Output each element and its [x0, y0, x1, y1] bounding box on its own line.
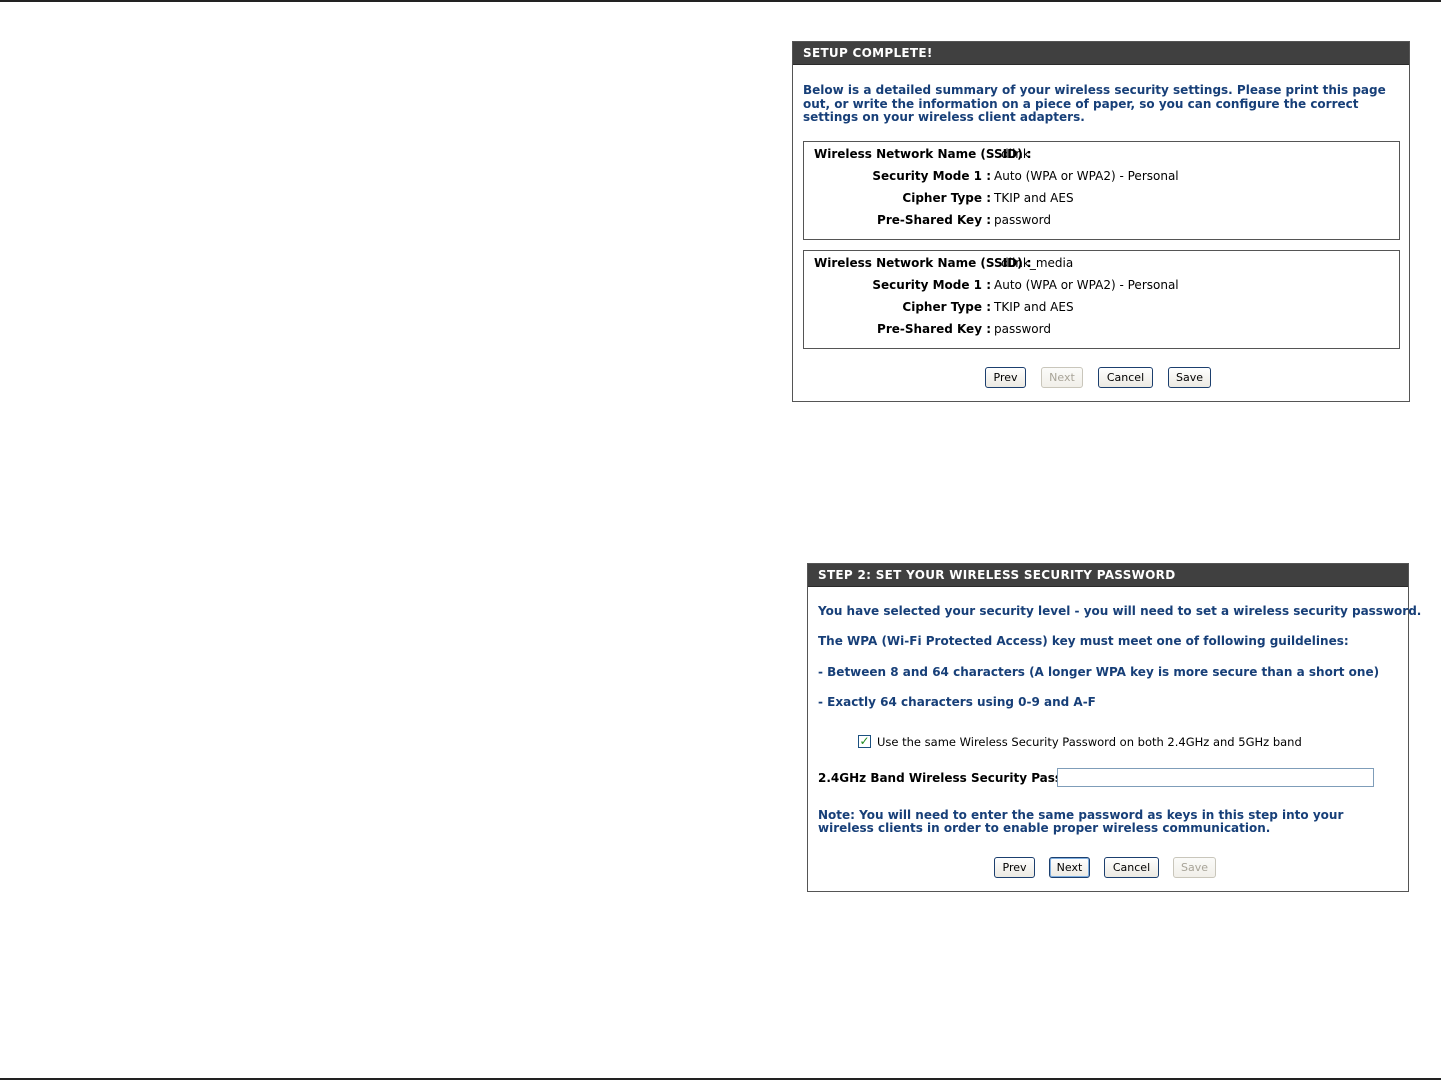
next-button[interactable]: Next — [1049, 857, 1090, 878]
security-mode-value: Auto (WPA or WPA2) - Personal — [994, 278, 1179, 292]
setup-complete-title: SETUP COMPLETE! — [793, 42, 1409, 65]
checkmark-icon: ✓ — [859, 734, 870, 748]
same-password-label: Use the same Wireless Security Password … — [877, 735, 1302, 749]
psk-value: password — [994, 213, 1051, 227]
prev-button[interactable]: Prev — [985, 367, 1026, 388]
next-button[interactable]: Next — [1041, 367, 1083, 388]
security-mode-value: Auto (WPA or WPA2) - Personal — [994, 169, 1179, 183]
same-password-option[interactable]: ✓ Use the same Wireless Security Password… — [858, 734, 1302, 749]
psk-row: Pre-Shared Key : password — [804, 321, 1401, 337]
same-password-checkbox[interactable]: ✓ — [858, 734, 871, 748]
security-mode-label: Security Mode 1 : — [872, 169, 991, 183]
step2-panel: STEP 2: SET YOUR WIRELESS SECURITY PASSW… — [807, 563, 1421, 892]
security-mode-label: Security Mode 1 : — [872, 278, 991, 292]
cipher-type-row: Cipher Type : TKIP and AES — [804, 190, 1401, 206]
cancel-button[interactable]: Cancel — [1098, 367, 1153, 388]
bottom-rule — [0, 1078, 1441, 1080]
cipher-type-label: Cipher Type : — [902, 191, 991, 205]
password-input[interactable] — [1057, 768, 1374, 787]
network-summary-box: Wireless Network Name (SSID) : dlink_med… — [803, 250, 1400, 349]
cipher-type-label: Cipher Type : — [902, 300, 991, 314]
step2-note: Note: You will need to enter the same pa… — [818, 808, 1344, 835]
wpa-guideline-length: - Between 8 and 64 characters (A longer … — [818, 665, 1380, 679]
psk-label: Pre-Shared Key : — [877, 322, 991, 336]
psk-value: password — [994, 322, 1051, 336]
top-rule — [0, 0, 1441, 2]
setup-complete-panel: SETUP COMPLETE! Below is a detailed summ… — [792, 41, 1410, 402]
ssid-row: Wireless Network Name (SSID) : dlink — [804, 146, 1401, 162]
ssid-value: dlink_media — [1001, 256, 1074, 270]
wpa-guideline-heading: The WPA (Wi-Fi Protected Access) key mus… — [818, 634, 1349, 648]
cipher-type-row: Cipher Type : TKIP and AES — [804, 299, 1401, 315]
network-summary-box: Wireless Network Name (SSID) : dlink Sec… — [803, 141, 1400, 240]
cancel-button[interactable]: Cancel — [1104, 857, 1159, 878]
step2-title: STEP 2: SET YOUR WIRELESS SECURITY PASSW… — [808, 564, 1408, 587]
security-mode-row: Security Mode 1 : Auto (WPA or WPA2) - P… — [804, 168, 1401, 184]
ssid-label: Wireless Network Name (SSID) : — [814, 256, 1032, 270]
setup-complete-intro: Below is a detailed summary of your wire… — [803, 83, 1386, 124]
ssid-value: dlink — [1001, 147, 1030, 161]
save-button[interactable]: Save — [1173, 857, 1216, 878]
security-mode-row: Security Mode 1 : Auto (WPA or WPA2) - P… — [804, 277, 1401, 293]
wpa-guideline-hex: - Exactly 64 characters using 0-9 and A-… — [818, 695, 1096, 709]
ssid-row: Wireless Network Name (SSID) : dlink_med… — [804, 255, 1401, 271]
ssid-label: Wireless Network Name (SSID) : — [814, 147, 1032, 161]
step2-instruction: You have selected your security level - … — [818, 604, 1422, 618]
cipher-type-value: TKIP and AES — [994, 300, 1074, 314]
cipher-type-value: TKIP and AES — [994, 191, 1074, 205]
psk-row: Pre-Shared Key : password — [804, 212, 1401, 228]
save-button[interactable]: Save — [1168, 367, 1211, 388]
prev-button[interactable]: Prev — [994, 857, 1035, 878]
psk-label: Pre-Shared Key : — [877, 213, 991, 227]
